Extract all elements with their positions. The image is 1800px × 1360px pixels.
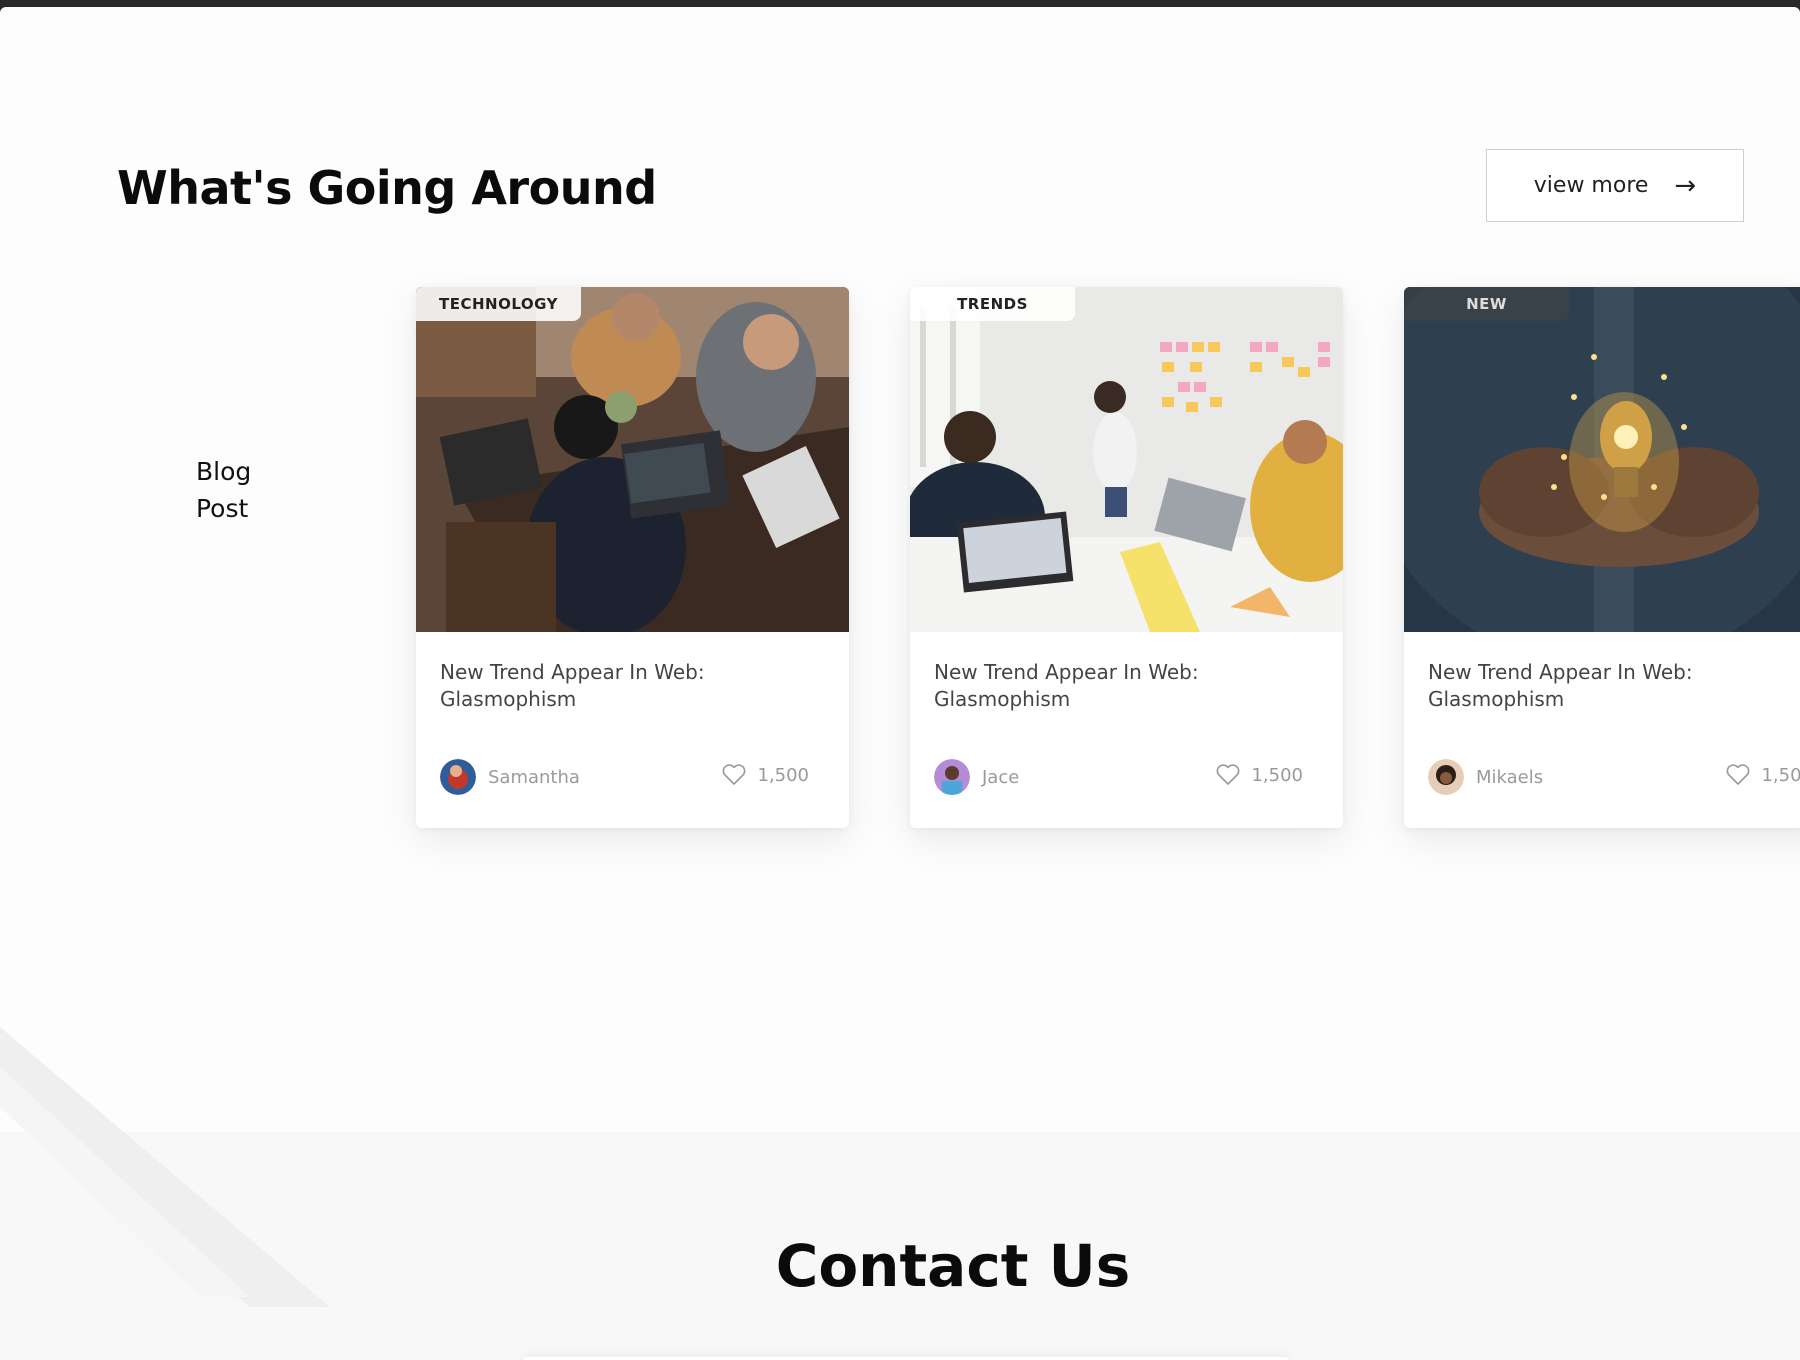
- heart-icon[interactable]: [1725, 763, 1751, 787]
- likes-count: 1,500: [1251, 764, 1303, 786]
- view-more-button[interactable]: view more →: [1486, 149, 1744, 222]
- team-meeting-photo: [910, 287, 1343, 632]
- view-more-label: view more: [1533, 173, 1649, 198]
- light-bulb-hands-photo: [1404, 287, 1800, 632]
- avatar: [934, 759, 970, 795]
- author-name: Jace: [982, 766, 1020, 788]
- blog-card[interactable]: NEW New Trend Appear In Web: Glasmophism…: [1404, 287, 1800, 828]
- blog-post-label: Blog Post: [196, 453, 251, 527]
- office-coworkers-photo: [416, 287, 849, 632]
- avatar: [440, 759, 476, 795]
- blog-card-title[interactable]: New Trend Appear In Web: Glasmophism: [1428, 659, 1800, 713]
- author[interactable]: Samantha: [440, 759, 580, 795]
- blog-card-image[interactable]: NEW: [1404, 287, 1800, 632]
- likes-count: 1,500: [1761, 764, 1800, 786]
- category-tag[interactable]: TECHNOLOGY: [416, 287, 581, 321]
- likes[interactable]: 1,500: [1725, 763, 1800, 787]
- category-tag[interactable]: TRENDS: [910, 287, 1075, 321]
- blog-card-image[interactable]: TRENDS: [910, 287, 1343, 632]
- heart-icon[interactable]: [1215, 763, 1241, 787]
- category-tag[interactable]: NEW: [1404, 287, 1569, 321]
- blog-card-image[interactable]: TECHNOLOGY: [416, 287, 849, 632]
- author-name: Samantha: [488, 766, 580, 788]
- blog-card-title[interactable]: New Trend Appear In Web: Glasmophism: [934, 659, 1324, 713]
- contact-title: Contact Us: [775, 1232, 1131, 1300]
- author-name: Mikaels: [1476, 766, 1544, 788]
- heart-icon[interactable]: [721, 763, 747, 787]
- arrow-right-icon: →: [1674, 170, 1697, 201]
- blog-post-label-line2: Post: [196, 494, 249, 523]
- author[interactable]: Jace: [934, 759, 1019, 795]
- likes-count: 1,500: [757, 764, 809, 786]
- decorative-chevron: [0, 1027, 330, 1307]
- section-title: What's Going Around: [117, 161, 657, 215]
- likes[interactable]: 1,500: [721, 763, 809, 787]
- blog-card[interactable]: TRENDS New Trend Appear In Web: Glasmoph…: [910, 287, 1343, 828]
- likes[interactable]: 1,500: [1215, 763, 1303, 787]
- blog-card-title[interactable]: New Trend Appear In Web: Glasmophism: [440, 659, 830, 713]
- author[interactable]: Mikaels: [1428, 759, 1543, 795]
- blog-post-label-line1: Blog: [196, 457, 252, 486]
- avatar: [1428, 759, 1464, 795]
- blog-card[interactable]: TECHNOLOGY New Trend Appear In Web: Glas…: [416, 287, 849, 828]
- page: What's Going Around view more → Blog Pos…: [0, 7, 1800, 1360]
